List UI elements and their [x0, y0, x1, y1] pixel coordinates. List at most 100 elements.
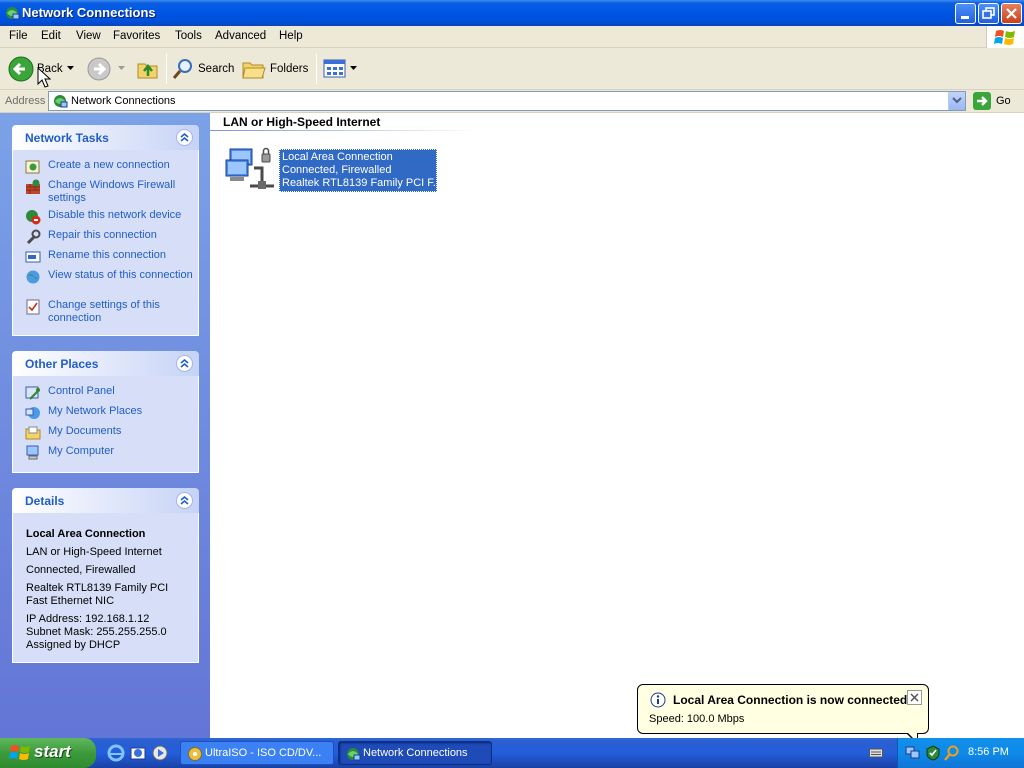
network-connections-icon [347, 748, 361, 761]
start-button[interactable]: start [0, 738, 96, 768]
internet-explorer-icon[interactable] [107, 744, 125, 762]
details-body: Local Area Connection LAN or High-Speed … [12, 513, 199, 663]
search-label: Search [198, 63, 235, 75]
back-dropdown[interactable] [65, 54, 77, 84]
minimize-icon [961, 16, 969, 19]
notification-balloon[interactable]: Local Area Connection is now connected S… [637, 684, 929, 745]
media-player-icon[interactable] [151, 744, 169, 762]
close-button[interactable] [1001, 3, 1022, 24]
documents-folder-icon [25, 426, 41, 440]
go-label: Go [996, 95, 1011, 107]
restore-icon [982, 7, 995, 19]
go-button[interactable]: Go [970, 91, 1020, 111]
menu-favorites[interactable]: Favorites [113, 30, 160, 42]
other-places-title: Other Places [25, 357, 99, 371]
disable-device-icon [26, 210, 41, 225]
menu-file[interactable]: File [9, 30, 28, 42]
restore-button[interactable] [978, 3, 999, 24]
settings-checklist-icon [26, 299, 40, 315]
network-connections-icon [54, 95, 68, 108]
other-places-header[interactable]: Other Places [12, 351, 199, 376]
rename-icon [25, 251, 41, 263]
network-tasks-header[interactable]: Network Tasks [12, 125, 199, 150]
close-icon [910, 693, 919, 702]
mouse-cursor-icon [37, 67, 51, 88]
chevron-up-double-icon [180, 132, 189, 142]
collapse-button[interactable] [176, 129, 193, 146]
taskbar-ultraiso-label: UltraISO - ISO CD/DV... [205, 747, 322, 759]
balloon-close-button[interactable] [907, 690, 922, 705]
details-connection-type: LAN or High-Speed Internet [26, 546, 162, 558]
keyboard-icon[interactable] [869, 747, 883, 759]
address-value: Network Connections [71, 95, 176, 107]
folders-button[interactable]: Folders [241, 54, 311, 84]
address-label: Address [5, 95, 46, 107]
details-panel: Details Local Area Connection LAN or Hig… [12, 488, 199, 663]
control-panel-icon [25, 386, 40, 400]
back-arrow-icon [8, 56, 34, 82]
menu-view[interactable]: View [76, 30, 101, 42]
menu-tools[interactable]: Tools [175, 30, 202, 42]
local-area-connection-item[interactable]: Local Area Connection Connected, Firewal… [224, 146, 454, 194]
menu-advanced[interactable]: Advanced [215, 30, 266, 42]
address-bar: Address Network Connections Go [0, 90, 1024, 113]
lan-connection-icon [225, 147, 274, 189]
group-divider [210, 130, 480, 131]
toolbar-separator [166, 54, 167, 84]
connection-label: Local Area Connection Connected, Firewal… [279, 149, 437, 192]
security-tray-icon[interactable] [925, 745, 941, 761]
windows-logo [986, 26, 1024, 48]
network-tasks-panel: Network Tasks Create a new connection Ch… [12, 125, 199, 336]
balloon-title: Local Area Connection is now connected [673, 693, 908, 707]
search-button[interactable]: Search [171, 54, 237, 84]
network-tray-icon[interactable] [905, 745, 921, 761]
go-arrow-icon [973, 92, 991, 110]
windows-flag-icon [9, 745, 30, 760]
repair-wrench-icon [26, 229, 41, 245]
toolbar-separator [316, 54, 317, 84]
address-field[interactable]: Network Connections [48, 91, 966, 111]
views-button[interactable] [321, 54, 357, 84]
details-connection-status: Connected, Firewalled [26, 564, 136, 576]
clock[interactable]: 8:56 PM [968, 746, 1009, 758]
toolbar: Back Search Folders [0, 48, 1024, 90]
details-header[interactable]: Details [12, 488, 199, 513]
computer-icon [26, 445, 39, 460]
folders-label: Folders [270, 63, 309, 75]
start-label: start [34, 742, 71, 761]
title-bar[interactable]: Network Connections [0, 0, 1024, 26]
details-title: Details [25, 494, 65, 508]
menu-help[interactable]: Help [279, 30, 303, 42]
chevron-down-icon [952, 97, 962, 104]
forward-arrow-icon [87, 57, 111, 81]
window-title: Network Connections [22, 5, 156, 20]
status-globe-icon [26, 270, 40, 284]
network-connections-icon [6, 7, 20, 20]
outlook-express-icon[interactable] [129, 744, 147, 762]
details-subnet-mask: Subnet Mask: 255.255.255.0 [26, 626, 167, 638]
connections-view[interactable]: LAN or High-Speed Internet Local Area Co… [210, 113, 1024, 738]
connection-device: Realtek RTL8139 Family PCI F... [282, 177, 437, 189]
menu-bar: File Edit View Favorites Tools Advanced … [0, 26, 1024, 48]
balloon-body: Speed: 100.0 Mbps [649, 713, 745, 725]
connection-status: Connected, Firewalled [282, 164, 392, 176]
details-ip-address: IP Address: 192.168.1.12 [26, 613, 150, 625]
menu-edit[interactable]: Edit [41, 30, 61, 42]
collapse-button[interactable] [176, 355, 193, 372]
chevron-down-icon [118, 66, 125, 70]
other-places-body: Control Panel My Network Places My Docum… [12, 376, 199, 473]
search-icon [172, 59, 192, 79]
address-dropdown[interactable] [948, 92, 965, 110]
system-tray: 8:56 PM [897, 738, 1024, 768]
folders-icon [242, 62, 266, 79]
taskbar-network-connections[interactable]: Network Connections [338, 741, 492, 765]
taskbar-ultraiso[interactable]: UltraISO - ISO CD/DV... [180, 741, 334, 765]
forward-button[interactable] [84, 54, 128, 84]
up-folder-button[interactable] [134, 54, 162, 84]
search-tray-icon[interactable] [944, 745, 960, 761]
minimize-button[interactable] [955, 3, 976, 24]
chevron-up-double-icon [180, 358, 189, 368]
ultraiso-icon [188, 747, 202, 761]
collapse-button[interactable] [176, 492, 193, 509]
back-button[interactable]: Back [6, 54, 64, 84]
